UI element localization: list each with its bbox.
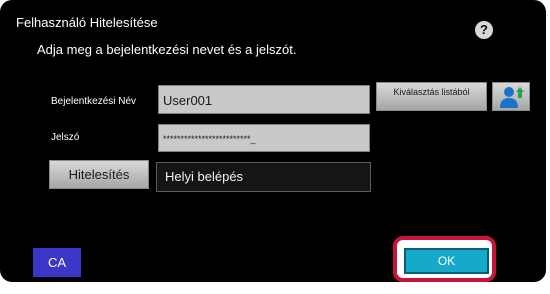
login-name-field[interactable]: User001: [158, 85, 370, 114]
ok-highlight-frame: OK: [393, 236, 496, 282]
authenticate-button[interactable]: Hitelesítés: [49, 160, 149, 189]
help-icon[interactable]: ?: [475, 21, 493, 39]
ok-button[interactable]: OK: [404, 248, 489, 274]
login-name-value: User001: [163, 93, 213, 108]
login-name-label: Bejelentkezési Név: [51, 96, 137, 107]
password-value: *************************_: [163, 134, 256, 144]
auth-destination-value: Helyi belépés: [165, 169, 244, 184]
auth-dialog: Felhasználó Hitelesítése ? Adja meg a be…: [0, 0, 546, 282]
password-label: Jelszó: [51, 132, 80, 143]
user-list-button[interactable]: [492, 82, 530, 111]
ca-button[interactable]: CA: [33, 248, 81, 277]
select-from-list-button[interactable]: Kiválasztás listából: [376, 82, 487, 111]
instruction-text: Adja meg a bejelentkezési nevet és a jel…: [37, 42, 297, 57]
user-upload-icon: [500, 87, 524, 108]
password-field[interactable]: *************************_: [158, 124, 370, 152]
auth-destination-field[interactable]: Helyi belépés: [156, 162, 371, 192]
dialog-title: Felhasználó Hitelesítése: [16, 15, 158, 30]
